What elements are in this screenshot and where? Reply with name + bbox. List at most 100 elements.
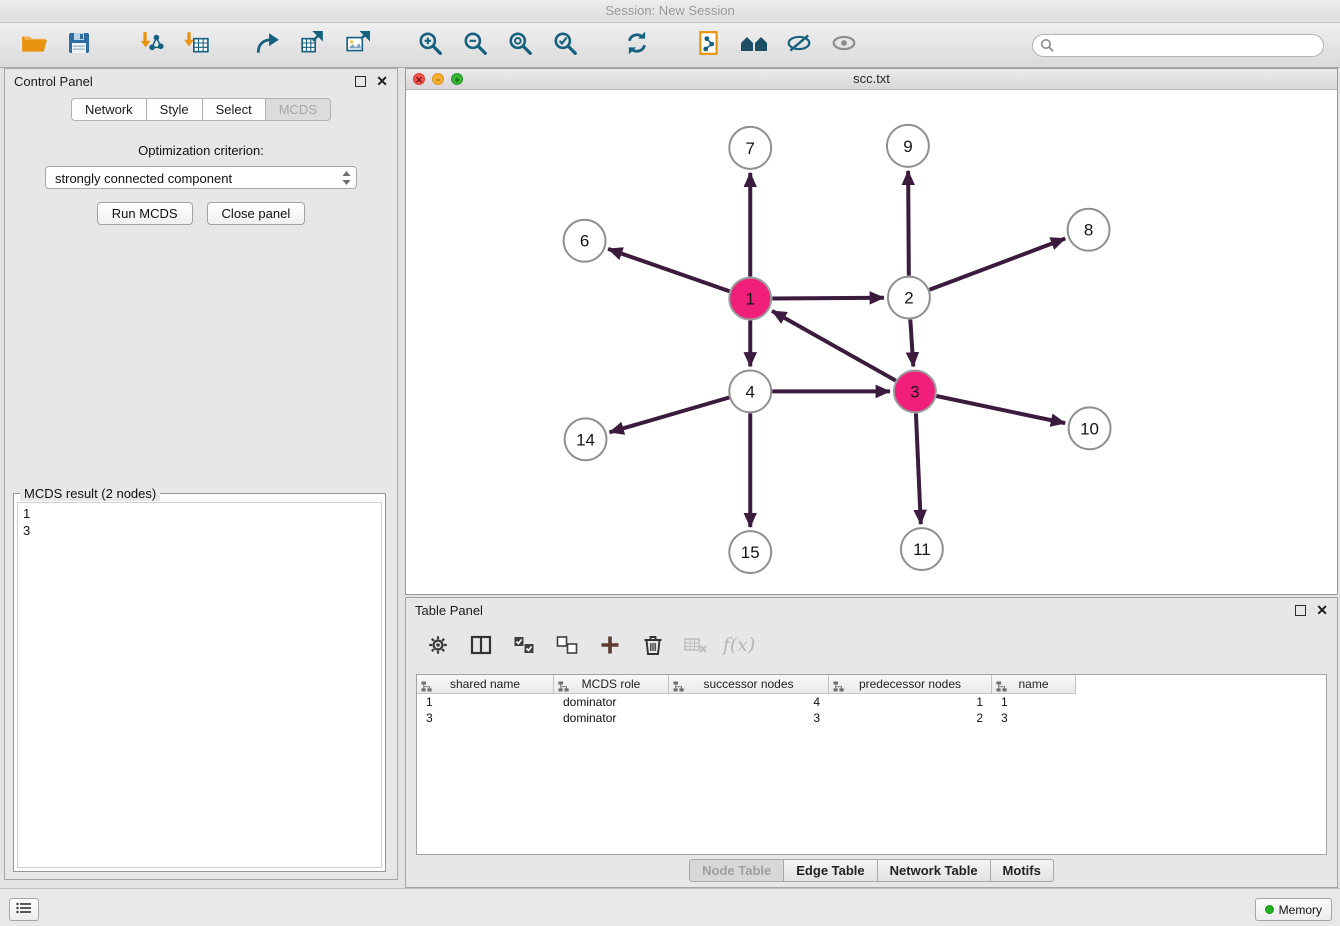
optimization-select[interactable]: strongly connected component — [45, 166, 357, 189]
table-row[interactable]: 3dominator323 — [417, 710, 1326, 726]
column-header-label: shared name — [450, 677, 520, 691]
column-type-icon — [996, 679, 1007, 698]
column-header-label: name — [1018, 677, 1048, 691]
open-folder-icon — [20, 31, 48, 60]
save-session-button[interactable] — [61, 27, 97, 63]
zoom-in-button[interactable] — [412, 27, 448, 63]
export-image-button[interactable] — [340, 27, 376, 63]
tab-motifs[interactable]: Motifs — [990, 859, 1054, 882]
table-cell[interactable]: 4 — [669, 694, 829, 710]
show-graphics-button[interactable] — [826, 27, 862, 63]
tab-node-table[interactable]: Node Table — [689, 859, 784, 882]
network-canvas[interactable]: 7968124314101511 — [406, 90, 1337, 594]
run-mcds-button[interactable]: Run MCDS — [97, 202, 193, 225]
open-session-button[interactable] — [16, 27, 52, 63]
table-cell[interactable]: dominator — [554, 710, 669, 726]
table-cell[interactable]: 3 — [417, 710, 554, 726]
save-floppy-icon — [67, 31, 91, 60]
graph-node-label-10: 10 — [1080, 419, 1099, 438]
table-cell[interactable]: 1 — [829, 694, 992, 710]
table-toolbar: f(x) — [425, 624, 752, 666]
window-zoom-icon[interactable]: + — [451, 73, 463, 85]
table-panel: Table Panel ✕ — [405, 597, 1338, 888]
graph-edge-2-3[interactable] — [910, 320, 913, 367]
delete-column-icon[interactable] — [640, 632, 666, 658]
add-column-icon[interactable] — [597, 632, 623, 658]
double-home-icon-button[interactable] — [736, 27, 772, 63]
table-cell[interactable]: 1 — [417, 694, 554, 710]
network-file-button[interactable] — [691, 27, 727, 63]
column-header-name[interactable]: name — [992, 675, 1076, 694]
tab-network[interactable]: Network — [71, 98, 147, 121]
column-header-successor-nodes[interactable]: successor nodes — [669, 675, 829, 694]
window-close-icon[interactable]: ✕ — [413, 73, 425, 85]
optimization-criterion-label: Optimization criterion: — [5, 143, 397, 158]
settings-gear-icon[interactable] — [425, 632, 451, 658]
export-network-button[interactable] — [250, 27, 286, 63]
graph-edge-2-9[interactable] — [908, 171, 909, 276]
column-view-icon[interactable] — [468, 632, 494, 658]
column-header-label: MCDS role — [582, 677, 641, 691]
import-table-button[interactable] — [178, 27, 214, 63]
tab-style[interactable]: Style — [146, 98, 203, 121]
table-cell[interactable]: 3 — [669, 710, 829, 726]
column-header-shared-name[interactable]: shared name — [417, 675, 554, 694]
mcds-result-fieldset: MCDS result (2 nodes) 13 — [13, 493, 386, 872]
tab-mcds[interactable]: MCDS — [265, 98, 331, 121]
list-icon — [16, 901, 32, 919]
column-type-icon — [421, 679, 432, 698]
graph-edge-2-8[interactable] — [929, 239, 1065, 290]
close-panel-icon[interactable]: ✕ — [1316, 605, 1328, 615]
mcds-buttons-row: Run MCDS Close panel — [5, 202, 397, 225]
column-header-predecessor-nodes[interactable]: predecessor nodes — [829, 675, 992, 694]
import-network-button[interactable] — [133, 27, 169, 63]
graph-node-label-9: 9 — [903, 137, 912, 156]
graph-edge-3-11[interactable] — [916, 413, 921, 524]
table-row[interactable]: 1dominator411 — [417, 694, 1326, 710]
graph-edge-1-2[interactable] — [772, 298, 884, 299]
function-builder-icon[interactable]: f(x) — [726, 632, 752, 658]
zoom-selected-icon — [552, 30, 578, 61]
graph-node-label-15: 15 — [741, 543, 760, 562]
export-image-icon — [345, 30, 371, 61]
mcds-result-item[interactable]: 3 — [23, 522, 376, 539]
select-all-icon[interactable] — [511, 632, 537, 658]
float-panel-icon[interactable] — [1295, 605, 1306, 616]
search-input[interactable] — [1032, 34, 1324, 57]
tab-network-table[interactable]: Network Table — [877, 859, 991, 882]
memory-button[interactable]: Memory — [1255, 898, 1332, 921]
float-panel-icon[interactable] — [355, 76, 366, 87]
close-panel-icon[interactable]: ✕ — [376, 76, 388, 86]
task-history-button[interactable] — [9, 898, 39, 921]
graph-edge-1-6[interactable] — [608, 249, 729, 291]
column-type-icon — [673, 679, 684, 698]
column-type-icon — [833, 679, 844, 698]
mcds-result-item[interactable]: 1 — [23, 505, 376, 522]
refresh-view-button[interactable] — [619, 27, 655, 63]
refresh-icon — [624, 30, 650, 61]
table-cell[interactable]: 3 — [992, 710, 1076, 726]
table-cell[interactable]: 2 — [829, 710, 992, 726]
table-cell[interactable]: dominator — [554, 694, 669, 710]
network-canvas-svg[interactable]: 7968124314101511 — [406, 90, 1337, 594]
graph-edge-3-10[interactable] — [936, 396, 1065, 423]
fx-label: f(x) — [723, 634, 756, 656]
zoom-selected-button[interactable] — [547, 27, 583, 63]
control-panel-title: Control Panel — [14, 74, 355, 89]
tab-select[interactable]: Select — [202, 98, 266, 121]
column-header-MCDS-role[interactable]: MCDS role — [554, 675, 669, 694]
tab-edge-table[interactable]: Edge Table — [783, 859, 877, 882]
zoom-fit-icon — [507, 30, 533, 61]
graph-edge-3-1[interactable] — [772, 311, 896, 381]
deselect-all-icon[interactable] — [554, 632, 580, 658]
mcds-result-list[interactable]: 13 — [17, 502, 382, 868]
close-panel-button[interactable]: Close panel — [207, 202, 306, 225]
optimization-select-value: strongly connected component — [55, 171, 232, 186]
hide-graphics-button[interactable] — [781, 27, 817, 63]
export-table-button[interactable] — [295, 27, 331, 63]
graph-edge-4-14[interactable] — [610, 397, 730, 432]
zoom-fit-button[interactable] — [502, 27, 538, 63]
zoom-out-button[interactable] — [457, 27, 493, 63]
delete-table-icon[interactable] — [683, 632, 709, 658]
window-minimize-icon[interactable]: − — [432, 73, 444, 85]
